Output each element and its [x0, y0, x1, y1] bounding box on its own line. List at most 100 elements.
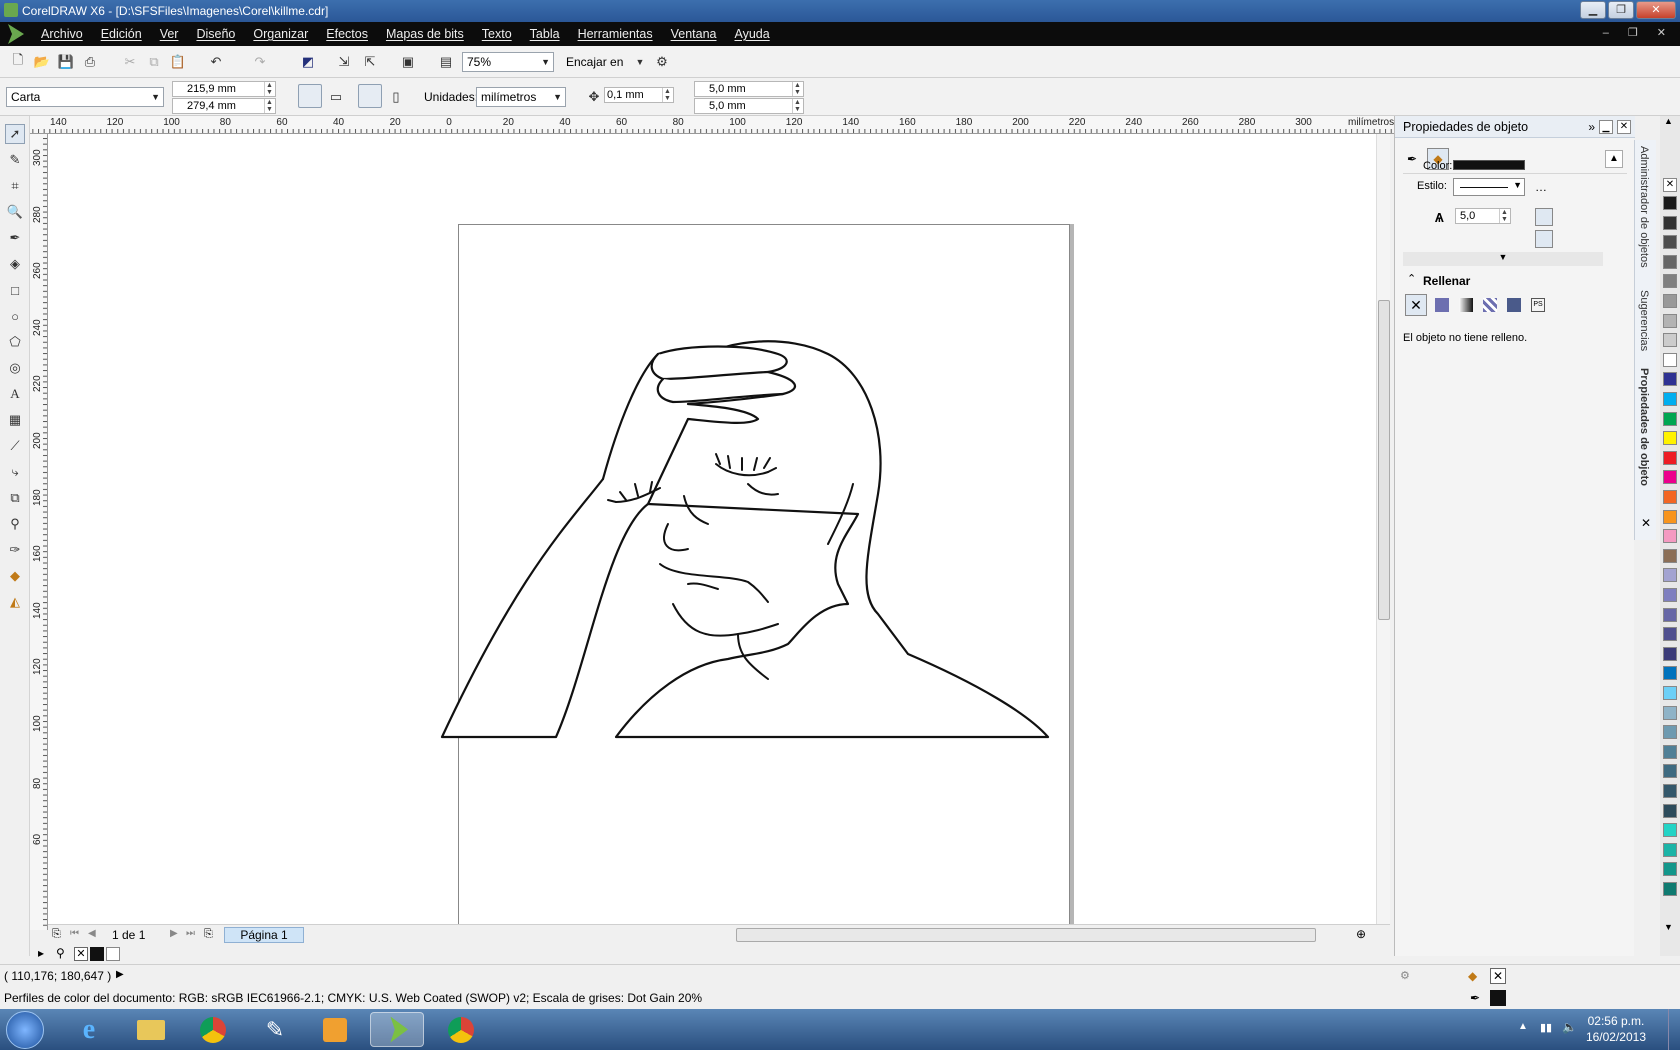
eyedropper-tool-icon[interactable]: ⚲: [5, 514, 25, 534]
no-fill-indicator[interactable]: ✕: [1490, 968, 1506, 984]
import-icon[interactable]: ⇲: [334, 52, 354, 72]
docker-minimize-icon[interactable]: ▁: [1599, 120, 1613, 134]
document-window-controls[interactable]: ‒ ❐ ✕: [1603, 26, 1674, 39]
no-color-swatch[interactable]: ✕: [1663, 178, 1677, 192]
snap-to-label[interactable]: Encajar en: [566, 55, 623, 69]
internet-explorer-icon[interactable]: e: [62, 1012, 116, 1047]
menu-ayuda[interactable]: Ayuda: [725, 27, 778, 41]
zoom-combo[interactable]: 75% ▼: [462, 52, 554, 72]
menu-texto[interactable]: Texto: [473, 27, 521, 41]
shape-tool-icon[interactable]: ✎: [5, 150, 25, 170]
color-swatch[interactable]: [1663, 646, 1677, 661]
spinner-icon[interactable]: ▲ ▼: [792, 82, 802, 96]
close-tab-icon[interactable]: ✕: [1641, 516, 1651, 530]
save-icon[interactable]: 💾: [56, 52, 76, 72]
menu-ver[interactable]: Ver: [151, 27, 188, 41]
color-swatch[interactable]: [1663, 333, 1677, 348]
interactive-fill-tool-icon[interactable]: ◭: [5, 592, 25, 612]
color-swatch[interactable]: [1663, 411, 1677, 426]
menu-tabla[interactable]: Tabla: [521, 27, 569, 41]
tab-object-properties[interactable]: Propiedades de objeto: [1638, 368, 1650, 486]
corner-round-icon[interactable]: [1557, 208, 1575, 226]
menu-archivo[interactable]: Archivo: [32, 27, 92, 41]
fullscreen-preview-icon[interactable]: ▤: [436, 52, 456, 72]
color-swatch[interactable]: [1663, 196, 1677, 210]
search-content-icon[interactable]: ◩: [298, 52, 318, 72]
color-swatch[interactable]: [1663, 588, 1677, 602]
horizontal-scrollbar[interactable]: [736, 928, 1316, 942]
connector-tool-icon[interactable]: ⤷: [5, 462, 25, 482]
paste-icon[interactable]: 📋: [168, 52, 188, 72]
color-swatch[interactable]: [1663, 509, 1677, 524]
units-select[interactable]: milímetros ▼: [476, 87, 566, 107]
page-tab[interactable]: Página 1: [224, 927, 304, 943]
outline-pen-tool-icon[interactable]: ✑: [5, 540, 25, 560]
cut-icon[interactable]: ✂: [120, 52, 140, 72]
cap-square-icon[interactable]: [1579, 230, 1597, 248]
color-swatch[interactable]: [1663, 235, 1677, 250]
page-insert-after-icon[interactable]: ⎘: [204, 928, 213, 941]
polygon-tool-icon[interactable]: ⬠: [5, 332, 25, 352]
print-icon[interactable]: ⎙: [80, 52, 100, 72]
spinner-icon[interactable]: ▲ ▼: [264, 99, 274, 113]
color-swatch[interactable]: [1663, 784, 1677, 798]
color-swatch[interactable]: [1663, 313, 1677, 328]
zoom-tool-icon[interactable]: 🔍: [5, 202, 25, 222]
color-swatch[interactable]: [1663, 568, 1677, 583]
first-page-icon[interactable]: ⏮: [70, 928, 79, 939]
zoom-fit-icon[interactable]: ⊕: [1356, 927, 1366, 941]
document-icon[interactable]: [8, 24, 24, 44]
page-width-field[interactable]: 215,9 mm ▲ ▼: [172, 81, 276, 97]
outline-color-indicator[interactable]: [1490, 990, 1506, 1006]
blend-tool-icon[interactable]: ⧉: [5, 488, 25, 508]
ellipse-tool-icon[interactable]: ○: [5, 306, 25, 326]
color-swatch[interactable]: [1663, 450, 1677, 465]
menu-ventana[interactable]: Ventana: [662, 27, 726, 41]
menu-herramientas[interactable]: Herramientas: [569, 27, 662, 41]
options-icon[interactable]: ⚙: [652, 52, 672, 72]
coreldraw-taskbar-icon[interactable]: [370, 1012, 424, 1047]
color-swatch[interactable]: [1663, 823, 1677, 838]
new-document-icon[interactable]: 🗋: [8, 52, 28, 72]
chrome-icon[interactable]: [434, 1012, 488, 1047]
color-swatch[interactable]: [1663, 803, 1677, 818]
last-page-icon[interactable]: ⏭: [186, 928, 195, 939]
status-expand-icon[interactable]: ▶: [116, 969, 124, 980]
expand-outline-icon[interactable]: ▼: [1403, 252, 1603, 266]
color-swatch[interactable]: [1663, 764, 1677, 779]
menu-mapas-de-bits[interactable]: Mapas de bits: [377, 27, 473, 41]
close-button[interactable]: ✕: [1636, 1, 1676, 19]
tab-object-manager[interactable]: Administrador de objetos: [1638, 146, 1650, 268]
vertical-scroll-thumb[interactable]: [1378, 300, 1390, 620]
menu-organizar[interactable]: Organizar: [244, 27, 317, 41]
publish-pdf-icon[interactable]: ▣: [398, 52, 418, 72]
fill-section-title[interactable]: Rellenar: [1423, 274, 1470, 288]
cap-round-icon[interactable]: [1557, 230, 1575, 248]
page-height-field[interactable]: 279,4 mm ▲ ▼: [172, 98, 276, 114]
show-desktop-button[interactable]: [1668, 1009, 1680, 1050]
horizontal-ruler[interactable]: 140 120 100 80 60 40 20 0 20 40 60 80 100 120 140 160 18…: [30, 116, 1395, 134]
all-pages-icon[interactable]: [358, 84, 382, 108]
color-profiles-text[interactable]: Perfiles de color del documento: RGB: sR…: [4, 991, 702, 1005]
network-icon[interactable]: ▮▮: [1540, 1021, 1552, 1034]
text-tool-icon[interactable]: A: [5, 384, 25, 404]
postscript-fill-icon[interactable]: PS: [1531, 298, 1545, 312]
color-swatch[interactable]: [1663, 666, 1677, 681]
color-swatch[interactable]: [1663, 627, 1677, 642]
outline-tab-icon[interactable]: ✒: [1407, 152, 1417, 166]
color-swatch[interactable]: [1663, 725, 1677, 740]
menu-efectos[interactable]: Efectos: [317, 27, 377, 41]
outline-width-field[interactable]: 5,0 ▲ ▼: [1455, 208, 1511, 224]
no-color-swatch[interactable]: ✕: [74, 947, 88, 961]
minimize-button[interactable]: ▁: [1580, 1, 1606, 19]
fill-tool-icon[interactable]: ◆: [5, 566, 25, 586]
color-swatch[interactable]: [1663, 372, 1677, 387]
menu-diseno[interactable]: Diseño: [187, 27, 244, 41]
collapse-section-icon[interactable]: ⌃: [1407, 272, 1416, 285]
no-fill-type-icon[interactable]: ✕: [1405, 294, 1427, 316]
next-page-icon[interactable]: ▶: [170, 928, 178, 939]
system-clock[interactable]: 02:56 p.m. 16/02/2013: [1586, 1013, 1646, 1045]
color-swatch[interactable]: [1663, 352, 1677, 367]
open-icon[interactable]: 📂: [32, 52, 52, 72]
vertical-ruler[interactable]: 300 280 260 240 220 200 180 160 140 120 100 80 60: [30, 134, 48, 930]
